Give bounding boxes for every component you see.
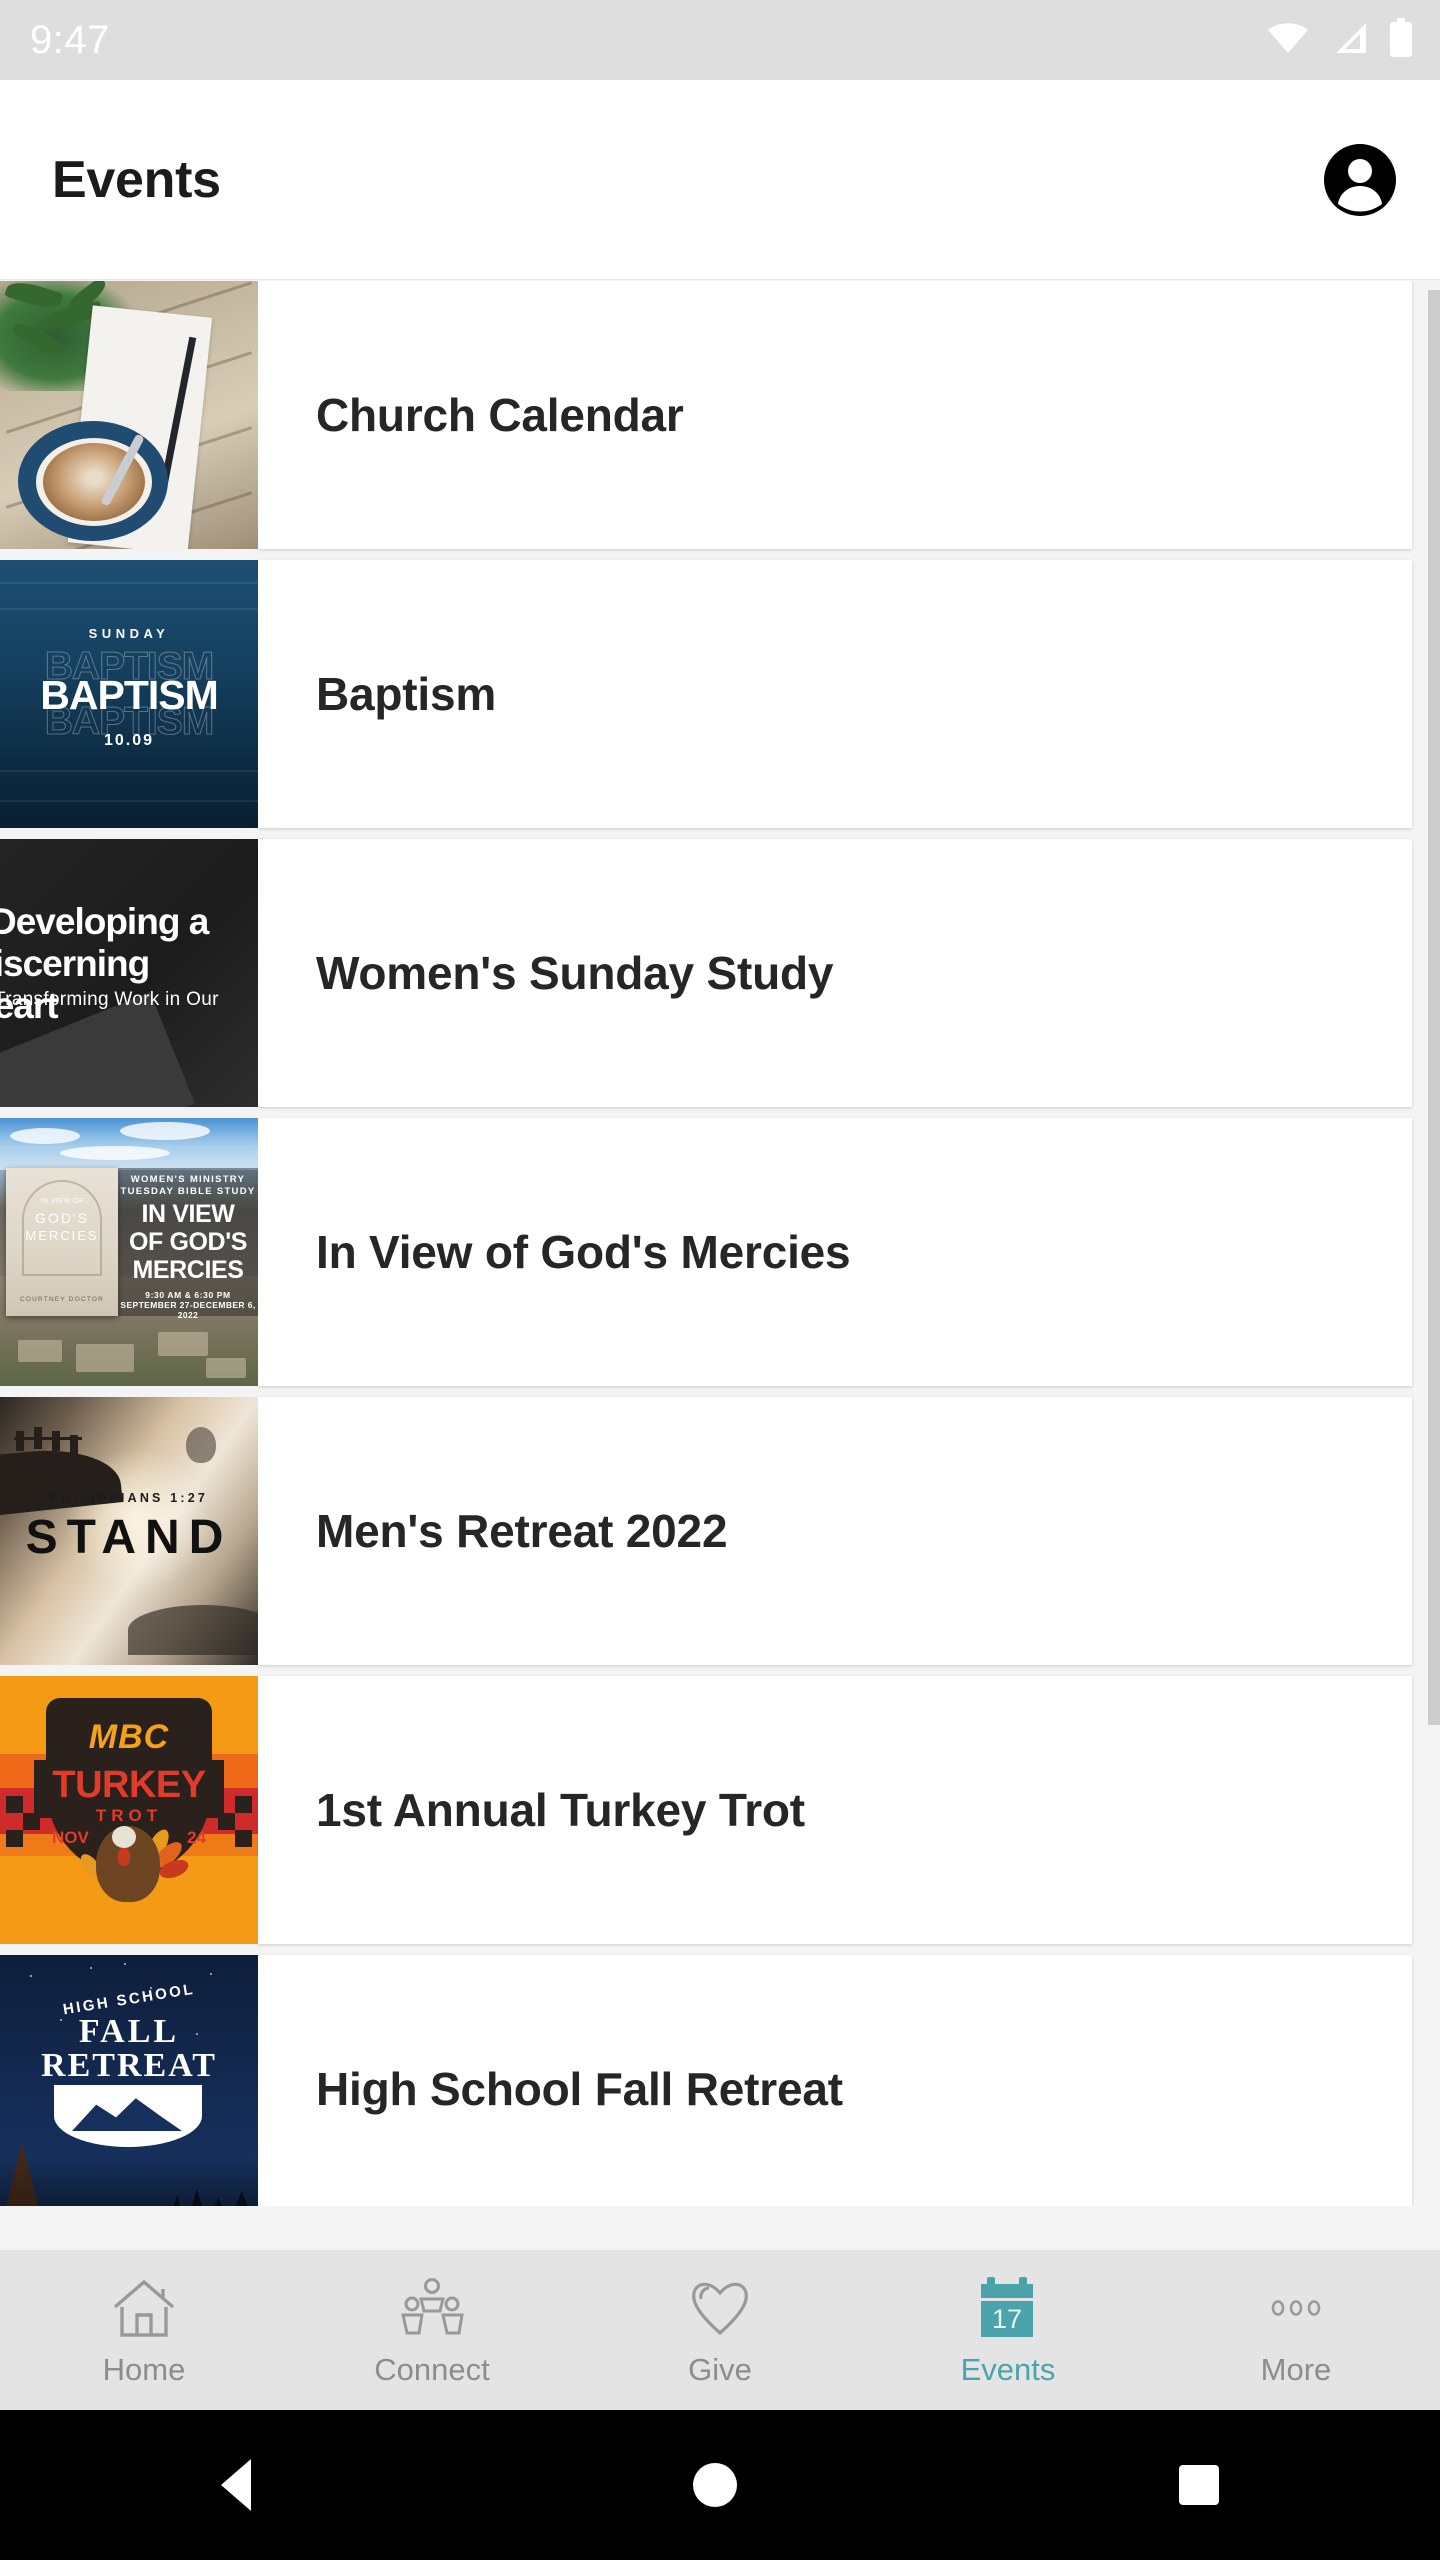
page-title: Events	[52, 150, 221, 209]
event-row-body[interactable]: Women's Sunday Study	[258, 839, 1412, 1107]
home-circle-icon[interactable]	[693, 2463, 737, 2507]
android-system-nav	[0, 2410, 1440, 2560]
event-title: In View of God's Mercies	[316, 1226, 851, 1278]
list-item[interactable]: Church Calendar	[0, 281, 1412, 549]
event-row-body[interactable]: Church Calendar	[258, 281, 1412, 549]
thumb-text: 10.09	[103, 732, 155, 749]
event-row-body[interactable]: 1st Annual Turkey Trot	[258, 1676, 1412, 1944]
event-thumbnail: PHILIPPIANS 1:27 STAND	[0, 1397, 258, 1665]
thumb-text: WOMEN'S MINISTRY	[130, 1174, 246, 1185]
tab-label: Connect	[374, 2351, 490, 2387]
status-bar-icons	[1266, 17, 1414, 63]
app-root: 9:47 Events Church Calendar SUNDAY BAPTI…	[0, 0, 1440, 2560]
cellular-signal-icon	[1330, 21, 1368, 60]
thumb-text: 9:30 AM & 6:30 PM	[145, 1290, 231, 1300]
thumb-text: TURKEY	[52, 1764, 206, 1806]
thumb-text: TUESDAY BIBLE STUDY	[120, 1186, 256, 1197]
list-item[interactable]: MBC TURKEY TROT NOV 24 1st Annual Turkey…	[0, 1676, 1412, 1944]
thumb-text: MERCIES	[25, 1228, 99, 1243]
event-row-body[interactable]: In View of God's Mercies	[258, 1118, 1412, 1386]
heart-icon	[687, 2273, 753, 2343]
event-title: Church Calendar	[316, 389, 684, 441]
list-item[interactable]: PHILIPPIANS 1:27 STAND Men's Retreat 202…	[0, 1397, 1412, 1665]
tab-label: Give	[688, 2351, 752, 2387]
calendar-icon: 17	[973, 2273, 1043, 2343]
tab-home[interactable]: Home	[0, 2273, 288, 2388]
event-row-body[interactable]: Baptism	[258, 560, 1412, 828]
thumb-text: COURTNEY DOCTOR	[19, 1296, 105, 1303]
back-triangle-icon[interactable]	[221, 2459, 251, 2511]
tab-more[interactable]: More	[1152, 2273, 1440, 2388]
thumb-text: PHILIPPIANS 1:27	[49, 1491, 209, 1505]
bottom-tab-bar: Home Connect Give 17 Events More	[0, 2250, 1440, 2410]
more-dots-icon	[1263, 2273, 1329, 2343]
people-icon	[399, 2273, 465, 2343]
event-title: 1st Annual Turkey Trot	[316, 1784, 805, 1836]
page-header: Events	[0, 80, 1440, 280]
event-title: Baptism	[316, 668, 497, 720]
thumb-text: MERCIES	[132, 1256, 244, 1284]
wifi-icon	[1266, 21, 1310, 60]
list-item[interactable]: IN VIEW OF GOD'S MERCIES COURTNEY DOCTOR…	[0, 1118, 1412, 1386]
thumb-text: IN VIEW	[141, 1200, 235, 1228]
battery-icon	[1388, 17, 1414, 63]
event-thumbnail: MBC TURKEY TROT NOV 24	[0, 1676, 258, 1944]
events-list[interactable]: Church Calendar SUNDAY BAPTISM BAPTISM B…	[0, 281, 1440, 2206]
thumb-text: GOD'S	[35, 1210, 89, 1226]
status-bar: 9:47	[0, 0, 1440, 80]
thumb-text: MBC	[88, 1718, 170, 1756]
event-title: High School Fall Retreat	[316, 2063, 843, 2115]
status-bar-clock: 9:47	[30, 18, 110, 62]
event-title: Men's Retreat 2022	[316, 1505, 728, 1557]
tab-events[interactable]: 17 Events	[864, 2273, 1152, 2388]
event-thumbnail: SUNDAY BAPTISM BAPTISM BAPTISM 10.09	[0, 560, 258, 828]
tab-give[interactable]: Give	[576, 2273, 864, 2388]
event-thumbnail: HIGH SCHOOL FALL RETREAT	[0, 1955, 258, 2206]
thumb-text: SEPTEMBER 27-DECEMBER 6, 2022	[120, 1300, 256, 1320]
account-avatar-icon[interactable]	[1324, 143, 1396, 216]
home-icon	[111, 2273, 177, 2343]
thumb-text: STAND	[25, 1511, 233, 1564]
list-scrollbar[interactable]	[1428, 290, 1440, 1725]
recents-square-icon[interactable]	[1179, 2465, 1219, 2505]
list-item[interactable]: Developing a Discerning Heart Transformi…	[0, 839, 1412, 1107]
event-row-body[interactable]: High School Fall Retreat	[258, 1955, 1412, 2206]
thumb-text: OF GOD'S	[128, 1228, 248, 1256]
event-thumbnail: Developing a Discerning Heart Transformi…	[0, 839, 258, 1107]
thumb-text: TROT	[95, 1806, 163, 1825]
list-item[interactable]: HIGH SCHOOL FALL RETREAT High School Fal…	[0, 1955, 1412, 2206]
thumb-text: Transforming Work in Our	[0, 989, 219, 1010]
tab-label: Events	[960, 2351, 1056, 2387]
tab-label: More	[1260, 2351, 1332, 2387]
thumb-text: NOV	[52, 1828, 89, 1847]
event-thumbnail: IN VIEW OF GOD'S MERCIES COURTNEY DOCTOR…	[0, 1118, 258, 1386]
tab-connect[interactable]: Connect	[288, 2273, 576, 2388]
tab-label: Home	[102, 2351, 186, 2387]
thumb-text: Discerning Heart	[0, 943, 150, 1026]
thumb-text: IN VIEW OF	[40, 1198, 84, 1205]
thumb-text: FALL	[78, 2013, 180, 2050]
thumb-text: RETREAT	[41, 2047, 217, 2084]
thumb-text: SUNDAY	[88, 626, 170, 641]
event-thumbnail	[0, 281, 258, 549]
event-title: Women's Sunday Study	[316, 947, 834, 999]
event-row-body[interactable]: Men's Retreat 2022	[258, 1397, 1412, 1665]
svg-text:17: 17	[992, 2304, 1022, 2334]
thumb-text: 24	[187, 1828, 206, 1847]
thumb-text: Developing a	[0, 901, 209, 942]
list-item[interactable]: SUNDAY BAPTISM BAPTISM BAPTISM 10.09 Bap…	[0, 560, 1412, 828]
